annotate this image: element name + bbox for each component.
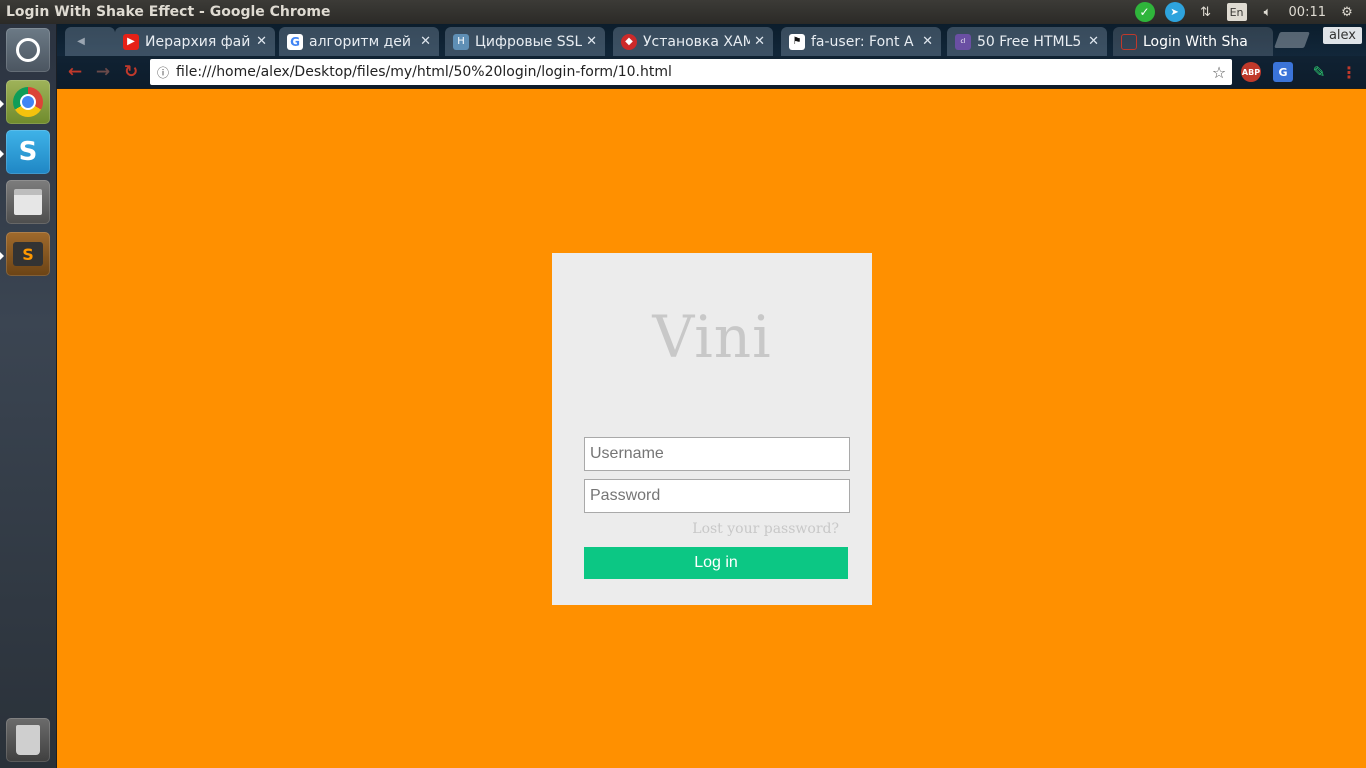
window-title: Login With Shake Effect - Google Chrome xyxy=(6,4,331,20)
colorlib-icon: cl xyxy=(955,33,971,50)
password-input[interactable] xyxy=(584,479,850,513)
running-indicator-icon xyxy=(0,100,4,108)
address-bar[interactable]: ⓘ file:///home/alex/Desktop/files/my/htm… xyxy=(150,59,1232,85)
launcher-files[interactable] xyxy=(6,180,50,224)
close-icon[interactable]: ✕ xyxy=(586,34,597,49)
settings-gear-icon[interactable]: ⚙ xyxy=(1336,1,1358,23)
launcher-google-chrome[interactable] xyxy=(6,80,50,124)
browser-toolbar: ← → ↻ ⓘ file:///home/alex/Desktop/files/… xyxy=(57,56,1366,88)
pen-extension-icon[interactable]: ✎ xyxy=(1309,62,1329,82)
telegram-icon[interactable]: ➤ xyxy=(1164,2,1185,22)
flag-icon: ⚑ xyxy=(789,33,805,50)
close-icon[interactable]: ✕ xyxy=(256,34,267,49)
close-icon[interactable]: ✕ xyxy=(922,34,933,49)
page-icon xyxy=(1121,33,1137,50)
tab-6[interactable]: cl 50 Free HTML5 ✕ xyxy=(947,27,1107,56)
tab-0[interactable]: ◀︎ xyxy=(65,27,115,56)
indicator-area: ✓ ➤ ⇅ En 🔈︎ 00:11 ⚙ xyxy=(1134,0,1366,24)
lost-password-link[interactable]: Lost your password? xyxy=(692,521,839,537)
tab-5[interactable]: ⚑ fa-user: Font A ✕ xyxy=(781,27,941,56)
ruby-icon: ◆ xyxy=(621,33,637,50)
tab-3[interactable]: H Цифровые SSL ✕ xyxy=(445,27,605,56)
login-button[interactable]: Log in xyxy=(584,547,848,579)
launcher-skype[interactable]: S xyxy=(6,130,50,174)
login-card: Vini Lost your password? Log in xyxy=(552,253,872,605)
chrome-window: ◀︎ ▶ Иерархия фай ✕ G алгоритм дей ✕ H Ц… xyxy=(57,24,1366,768)
network-icon[interactable]: ⇅ xyxy=(1195,1,1217,23)
close-icon[interactable]: ✕ xyxy=(754,34,765,49)
speaker-icon: ◀︎ xyxy=(77,36,85,47)
check-shield-icon[interactable]: ✓ xyxy=(1134,2,1155,22)
running-indicator-icon xyxy=(0,252,4,260)
username-input[interactable] xyxy=(584,437,850,471)
top-panel: Login With Shake Effect - Google Chrome … xyxy=(0,0,1366,24)
tab-strip: ◀︎ ▶ Иерархия фай ✕ G алгоритм дей ✕ H Ц… xyxy=(57,24,1366,56)
close-icon[interactable]: ✕ xyxy=(420,34,431,49)
running-indicator-icon xyxy=(0,150,4,158)
tab-7-active[interactable]: Login With Sha xyxy=(1113,27,1273,56)
launcher-trash[interactable] xyxy=(6,718,50,762)
ubuntu-logo-icon xyxy=(16,38,40,62)
youtube-icon: ▶ xyxy=(123,33,139,50)
chrome-icon xyxy=(13,87,43,117)
skype-icon: S xyxy=(18,137,38,167)
keyboard-layout-indicator[interactable]: En xyxy=(1226,3,1247,21)
files-icon xyxy=(14,189,42,215)
reload-icon[interactable]: ↻ xyxy=(119,60,143,84)
close-icon[interactable]: ✕ xyxy=(1088,34,1099,49)
back-arrow-icon[interactable]: ← xyxy=(63,60,87,84)
bookmark-star-icon[interactable]: ☆ xyxy=(1206,63,1232,82)
info-icon[interactable]: ⓘ xyxy=(150,64,176,81)
adblock-plus-icon[interactable]: ABP xyxy=(1241,62,1261,82)
launcher-sublime-text[interactable]: S xyxy=(6,232,50,276)
brand-logo-text: Vini xyxy=(652,303,772,371)
tab-1[interactable]: ▶ Иерархия фай ✕ xyxy=(115,27,275,56)
trash-icon xyxy=(16,725,40,755)
unity-launcher: S S xyxy=(0,24,57,768)
tab-4[interactable]: ◆ Установка XAM ✕ xyxy=(613,27,773,56)
sublime-text-icon: S xyxy=(13,242,43,266)
clock[interactable]: 00:11 xyxy=(1289,1,1326,23)
profile-button[interactable]: alex xyxy=(1322,27,1362,44)
launcher-dash-home[interactable] xyxy=(6,28,50,72)
forward-arrow-icon[interactable]: → xyxy=(91,60,115,84)
volume-icon[interactable]: 🔈︎ xyxy=(1257,1,1279,23)
google-icon: G xyxy=(287,33,303,50)
google-translate-icon[interactable]: G xyxy=(1273,62,1293,82)
tab-2[interactable]: G алгоритм дей ✕ xyxy=(279,27,439,56)
url-text[interactable]: file:///home/alex/Desktop/files/my/html/… xyxy=(176,64,1206,80)
page-viewport: Vini Lost your password? Log in xyxy=(57,89,1366,768)
new-tab-button[interactable] xyxy=(1274,32,1310,48)
chrome-menu-icon[interactable]: ⋮ xyxy=(1339,62,1359,82)
h-icon: H xyxy=(453,33,469,50)
